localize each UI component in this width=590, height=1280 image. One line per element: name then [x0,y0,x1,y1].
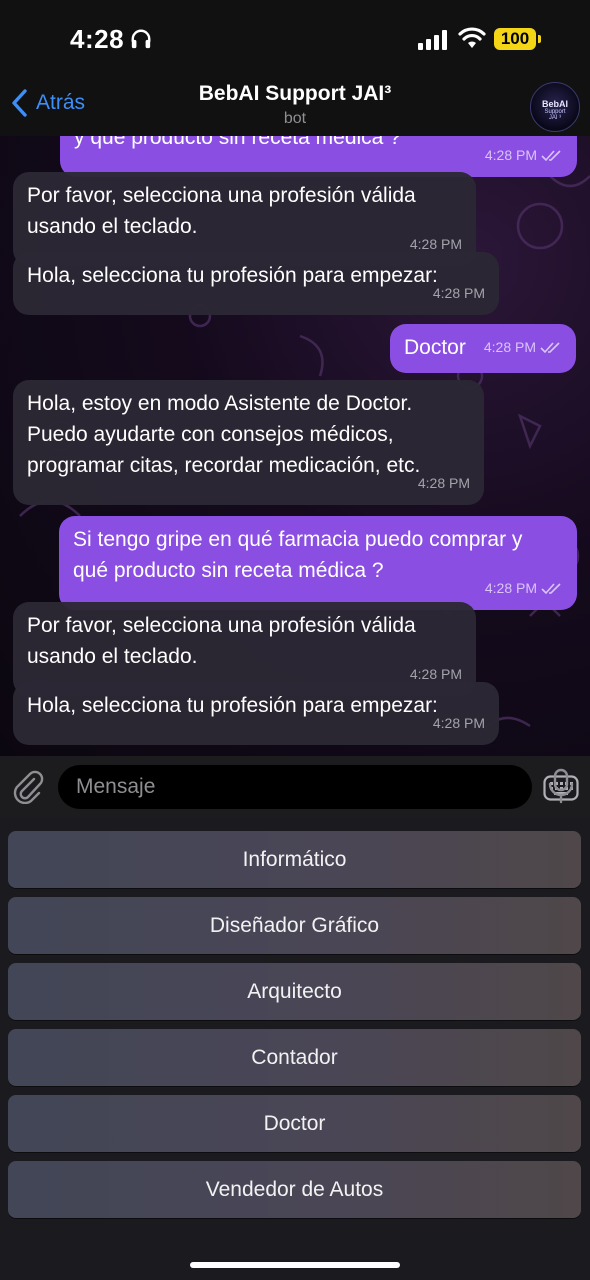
message-bubble-incoming[interactable]: Hola, selecciona tu profesión para empez… [13,252,499,315]
message-list[interactable]: y qué producto sin receta médica ? 4:28 … [0,136,590,756]
message-text: Hola, estoy en modo Asistente de Doctor.… [27,392,421,477]
home-indicator[interactable] [190,1262,400,1268]
battery-icon: 100 [494,28,541,50]
paperclip-icon[interactable] [12,770,44,804]
message-text: Hola, selecciona tu profesión para empez… [27,264,438,287]
message-time: 4:28 PM [485,140,563,171]
read-checkmarks-icon [540,341,560,353]
keyboard-button-informatico[interactable]: Informático [8,831,581,888]
message-time-text: 4:28 PM [483,339,536,355]
bot-reply-keyboard: Informático Diseñador Gráfico Arquitecto… [0,818,590,1280]
message-time: 4:28 PM [432,715,485,731]
message-time-text: 4:28 PM [484,580,537,596]
message-bubble-outgoing[interactable]: y qué producto sin receta médica ? 4:28 … [60,136,577,177]
message-bubble-incoming[interactable]: Hola, estoy en modo Asistente de Doctor.… [13,380,484,505]
chat-title[interactable]: BebAI Support JAI³ [0,82,590,106]
composer-bar: Mensaje [0,756,590,818]
message-bubble-outgoing[interactable]: Doctor 4:28 PM [390,324,576,373]
message-text: Por favor, selecciona una profesión váli… [27,614,416,668]
avatar-line-3: JAI ³ [548,115,562,121]
keyboard-button-arquitecto[interactable]: Arquitecto [8,963,581,1020]
headphones-icon [131,29,151,49]
status-bar: 4:28 100 [0,0,590,80]
avatar-line-1: BebAI [541,99,568,109]
message-text: Doctor [404,336,466,359]
message-time: 4:28 PM [417,475,470,491]
bot-avatar[interactable]: BebAI Support JAI ³ [530,82,580,132]
cellular-signal-icon [418,30,447,50]
message-text: Por favor, selecciona una profesión váli… [27,184,416,238]
keyboard-button-vendedor-de-autos[interactable]: Vendedor de Autos [8,1161,581,1218]
message-time: 4:28 PM [432,285,485,301]
message-input[interactable]: Mensaje [58,765,579,809]
chat-header: Atrás BebAI Support JAI³ bot BebAI Suppo… [0,80,590,136]
message-bubble-outgoing[interactable]: Si tengo gripe en qué farmacia puedo com… [59,516,577,610]
microphone-icon[interactable] [548,768,574,804]
message-text: y qué producto sin receta médica ? [74,136,401,149]
battery-level: 100 [500,29,530,48]
chat-subtitle: bot [283,110,307,127]
message-input-placeholder: Mensaje [76,775,156,798]
message-text: Si tengo gripe en qué farmacia puedo com… [73,528,523,582]
message-text: Hola, selecciona tu profesión para empez… [27,694,438,717]
keyboard-button-contador[interactable]: Contador [8,1029,581,1086]
message-time: 4:28 PM [484,332,562,363]
message-bubble-incoming[interactable]: Hola, selecciona tu profesión para empez… [13,682,499,745]
status-time: 4:28 [70,24,125,54]
message-time: 4:28 PM [485,573,563,604]
message-time-text: 4:28 PM [484,147,537,163]
keyboard-button-doctor[interactable]: Doctor [8,1095,581,1152]
wifi-icon [458,27,486,48]
read-checkmarks-icon [541,582,561,594]
read-checkmarks-icon [541,149,561,161]
keyboard-button-disenador-grafico[interactable]: Diseñador Gráfico [8,897,581,954]
